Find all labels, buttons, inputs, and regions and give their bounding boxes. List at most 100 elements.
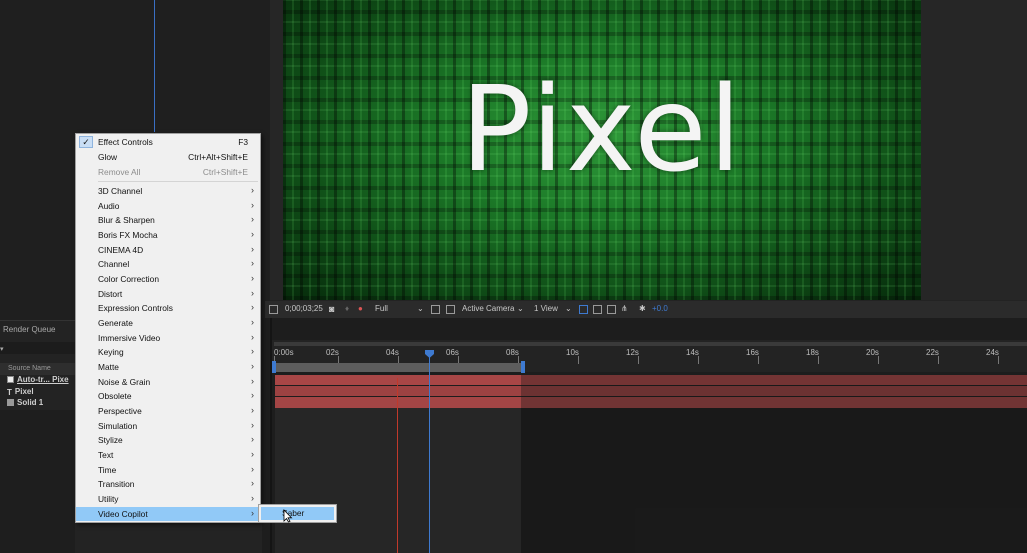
menu-item-channel[interactable]: Channel ›	[76, 257, 260, 271]
menu-item-stylize[interactable]: Stylize ›	[76, 433, 260, 447]
menu-item-effect-controls[interactable]: ✓ Effect Controls F3	[76, 135, 260, 149]
source-name-header[interactable]: Source Name	[0, 363, 75, 375]
menu-item-noise-grain[interactable]: Noise & Grain ›	[76, 375, 260, 389]
submenu-arrow-icon: ›	[251, 273, 254, 283]
menu-item-text[interactable]: Text ›	[76, 448, 260, 462]
view-layout-dropdown[interactable]: 1 View	[534, 304, 558, 313]
layer-list-empty-area	[0, 410, 75, 553]
time-ruler-tick-label: 10s	[566, 348, 579, 357]
menu-item-utility[interactable]: Utility ›	[76, 492, 260, 506]
exposure-value[interactable]: +0.0	[652, 304, 668, 313]
menu-item-3d-channel[interactable]: 3D Channel ›	[76, 184, 260, 198]
submenu-arrow-icon: ›	[251, 332, 254, 342]
work-area-start-handle[interactable]	[272, 361, 276, 373]
menu-item-label: 3D Channel	[98, 186, 143, 196]
menu-item-glow[interactable]: Glow Ctrl+Alt+Shift+E	[76, 150, 260, 164]
timeline-work-area-region	[275, 408, 521, 553]
camera-chevron-down-icon[interactable]: ⌄	[517, 304, 524, 313]
timecode-display[interactable]: 0;00;03;25	[285, 304, 323, 313]
render-queue-tab[interactable]: Render Queue	[0, 320, 75, 342]
submenu-arrow-icon: ›	[251, 420, 254, 430]
layer-row[interactable]: Auto-tr... Pixe	[0, 375, 75, 386]
color-channel-icon[interactable]: ●	[358, 304, 363, 313]
menu-item-label: Obsolete	[98, 391, 132, 401]
menu-item-keying[interactable]: Keying ›	[76, 345, 260, 359]
exposure-icon[interactable]: ✱	[639, 304, 646, 313]
submenu-item-saber[interactable]: Saber	[261, 507, 334, 520]
menu-item-simulation[interactable]: Simulation ›	[76, 419, 260, 433]
current-time-indicator[interactable]	[429, 350, 430, 553]
menu-item-cinema-4d[interactable]: CINEMA 4D ›	[76, 243, 260, 257]
menu-item-color-correction[interactable]: Color Correction ›	[76, 272, 260, 286]
work-area-bar[interactable]	[275, 363, 523, 372]
menu-item-label: Video Copilot	[98, 509, 148, 519]
menu-item-time[interactable]: Time ›	[76, 463, 260, 477]
expand-arrow-icon[interactable]: ▾	[0, 345, 4, 353]
time-ruler-tick-mark	[878, 356, 879, 364]
menu-item-label: Simulation	[98, 421, 138, 431]
menu-item-blur-sharpen[interactable]: Blur & Sharpen ›	[76, 213, 260, 227]
submenu-arrow-icon: ›	[251, 449, 254, 459]
show-snapshot-icon[interactable]: ♦	[345, 304, 349, 313]
time-ruler-tick-mark	[938, 356, 939, 364]
work-area-end-handle[interactable]	[521, 361, 525, 373]
snapshot-icon[interactable]: ◙	[329, 304, 334, 314]
fast-previews-icon[interactable]	[431, 305, 440, 314]
time-ruler-tick-label: 0:00s	[274, 348, 294, 357]
menu-item-label: Boris FX Mocha	[98, 230, 158, 240]
menu-item-expression-controls[interactable]: Expression Controls ›	[76, 301, 260, 315]
effect-context-menu: ✓ Effect Controls F3 Glow Ctrl+Alt+Shift…	[75, 133, 261, 523]
layer-row[interactable]: Solid 1	[0, 398, 75, 409]
layer-name: Solid 1	[17, 398, 44, 407]
flowchart-icon[interactable]: ⋔	[621, 304, 628, 313]
time-ruler-tick-label: 02s	[326, 348, 339, 357]
viewer-toolbar: 0;00;03;25 ◙ ♦ ● Full ⌄ Active Camera ⌄ …	[265, 301, 1027, 318]
layer-row[interactable]: T Pixel	[0, 387, 75, 398]
time-ruler-tick-label: 14s	[686, 348, 699, 357]
menu-item-perspective[interactable]: Perspective ›	[76, 404, 260, 418]
submenu-arrow-icon: ›	[251, 361, 254, 371]
menu-separator	[98, 181, 258, 182]
menu-item-boris-fx-mocha[interactable]: Boris FX Mocha ›	[76, 228, 260, 242]
menu-item-remove-all[interactable]: Remove All Ctrl+Shift+E	[76, 165, 260, 179]
submenu-arrow-icon: ›	[251, 229, 254, 239]
composition-text: Pixel	[460, 60, 744, 198]
submenu-arrow-icon: ›	[251, 464, 254, 474]
resolution-dropdown[interactable]: Full	[375, 304, 388, 313]
submenu-arrow-icon: ›	[251, 346, 254, 356]
submenu-arrow-icon: ›	[251, 434, 254, 444]
time-ruler-tick-label: 16s	[746, 348, 759, 357]
menu-item-label: Blur & Sharpen	[98, 215, 155, 225]
toggle-pixel-aspect-icon[interactable]	[579, 305, 588, 314]
composition-canvas[interactable]: Pixel	[283, 0, 921, 300]
menu-item-obsolete[interactable]: Obsolete ›	[76, 389, 260, 403]
menu-item-generate[interactable]: Generate ›	[76, 316, 260, 330]
menu-item-video-copilot[interactable]: Video Copilot ›	[76, 507, 260, 521]
time-ruler-tick-label: 18s	[806, 348, 819, 357]
submenu-arrow-icon: ›	[251, 508, 254, 518]
time-ruler-tick-mark	[998, 356, 999, 364]
menu-item-label: Text	[98, 450, 114, 460]
transparency-grid-icon[interactable]	[446, 305, 455, 314]
resolution-chevron-down-icon[interactable]: ⌄	[417, 304, 424, 313]
submenu-arrow-icon: ›	[251, 317, 254, 327]
menu-item-label: Audio	[98, 201, 120, 211]
views-chevron-down-icon[interactable]: ⌄	[565, 304, 572, 313]
submenu-arrow-icon: ›	[251, 376, 254, 386]
3d-view-icon[interactable]	[593, 305, 602, 314]
menu-item-label: Glow	[98, 152, 118, 162]
menu-item-audio[interactable]: Audio ›	[76, 199, 260, 213]
guides-icon[interactable]	[607, 305, 616, 314]
submenu-arrow-icon: ›	[251, 493, 254, 503]
menu-item-label: Remove All	[98, 167, 141, 177]
menu-item-label: Transition	[98, 479, 135, 489]
solid-white-icon	[7, 376, 14, 383]
camera-dropdown[interactable]: Active Camera	[462, 304, 514, 313]
menu-item-distort[interactable]: Distort ›	[76, 287, 260, 301]
menu-item-immersive-video[interactable]: Immersive Video ›	[76, 331, 260, 345]
menu-item-matte[interactable]: Matte ›	[76, 360, 260, 374]
region-of-interest-icon[interactable]	[269, 305, 278, 314]
menu-item-transition[interactable]: Transition ›	[76, 477, 260, 491]
menu-item-label: CINEMA 4D	[98, 245, 144, 255]
submenu-arrow-icon: ›	[251, 244, 254, 254]
